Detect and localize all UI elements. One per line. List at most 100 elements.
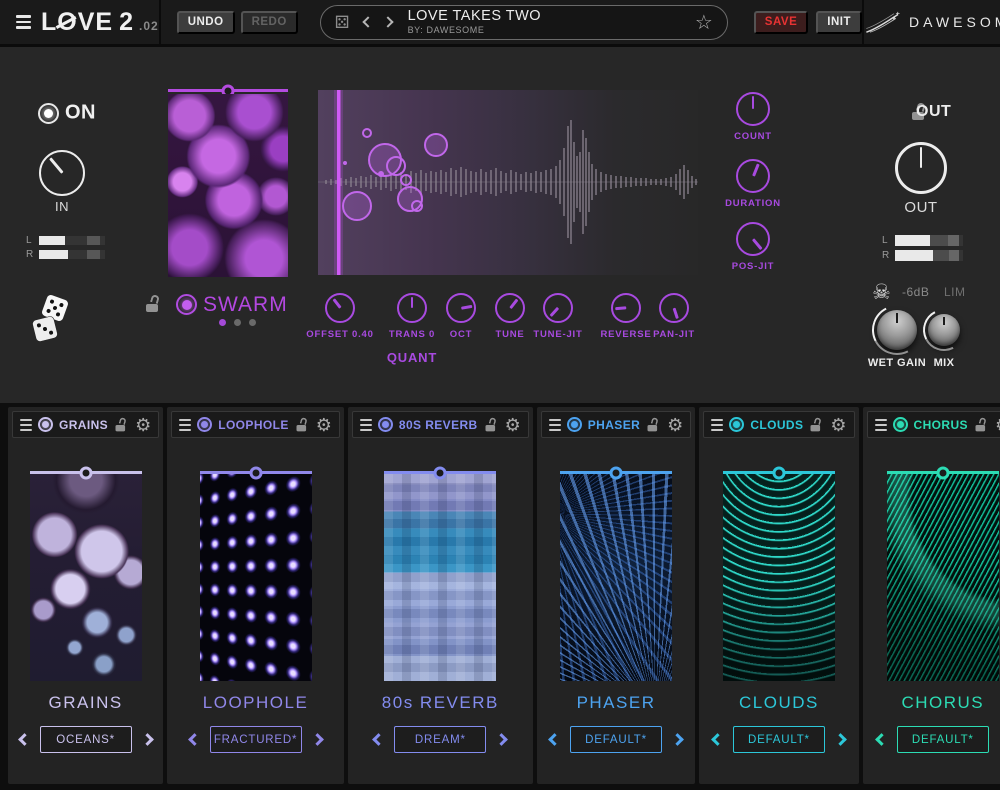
- module-image: [200, 472, 312, 681]
- meter-bar: [895, 250, 963, 261]
- module-preset-select[interactable]: DEFAULT*: [897, 726, 989, 753]
- module-preview[interactable]: [887, 472, 999, 681]
- next-preset-icon[interactable]: [311, 733, 324, 746]
- wet-gain-knob[interactable]: [877, 310, 917, 350]
- module-lock-icon[interactable]: [485, 418, 497, 431]
- oct-knob[interactable]: [446, 293, 476, 323]
- module-preview[interactable]: [560, 472, 672, 681]
- gear-icon[interactable]: ⚙: [135, 416, 151, 434]
- gear-icon[interactable]: ⚙: [995, 416, 1000, 434]
- module-preview[interactable]: [384, 472, 496, 681]
- swarm-page-dots[interactable]: [219, 319, 256, 326]
- module-slider[interactable]: [560, 471, 672, 474]
- trans-knob[interactable]: [397, 293, 427, 323]
- random-preset-dice-icon[interactable]: ⚄: [335, 14, 350, 31]
- next-preset-icon[interactable]: [382, 16, 393, 27]
- slider-handle[interactable]: [249, 466, 262, 479]
- module-led[interactable]: [38, 417, 53, 432]
- module-preview[interactable]: [723, 472, 835, 681]
- module-preset-select[interactable]: DEFAULT*: [733, 726, 825, 753]
- prev-preset-icon[interactable]: [362, 16, 373, 27]
- swarm-lock-icon[interactable]: [146, 296, 161, 312]
- swarm-position-slider[interactable]: [168, 89, 288, 92]
- out-gain-knob[interactable]: [895, 142, 947, 194]
- prev-preset-icon[interactable]: [188, 733, 201, 746]
- module-image: [384, 472, 496, 681]
- module-preset-select[interactable]: FRACTURED*: [210, 726, 302, 753]
- prev-preset-icon[interactable]: [875, 733, 888, 746]
- waveform-display[interactable]: [318, 90, 698, 275]
- module-menu-icon[interactable]: [711, 419, 723, 431]
- module-preview[interactable]: [200, 472, 312, 681]
- next-preset-icon[interactable]: [834, 733, 847, 746]
- gear-icon[interactable]: ⚙: [667, 416, 683, 434]
- module-lock-icon[interactable]: [648, 418, 660, 431]
- tune-jit-knob[interactable]: [543, 293, 573, 323]
- prev-preset-icon[interactable]: [711, 733, 724, 746]
- module-menu-icon[interactable]: [20, 419, 32, 431]
- next-preset-icon[interactable]: [495, 733, 508, 746]
- gear-icon[interactable]: ⚙: [316, 416, 332, 434]
- prev-preset-icon[interactable]: [548, 733, 561, 746]
- module-slider[interactable]: [723, 471, 835, 474]
- gear-icon[interactable]: ⚙: [505, 416, 521, 434]
- module-lock-icon[interactable]: [975, 418, 987, 431]
- slider-handle[interactable]: [610, 466, 623, 479]
- slider-handle[interactable]: [79, 466, 92, 479]
- module-slider[interactable]: [200, 471, 312, 474]
- init-button[interactable]: INIT: [816, 11, 862, 34]
- module-lock-icon[interactable]: [116, 418, 128, 431]
- prev-preset-icon[interactable]: [18, 733, 31, 746]
- module-preview[interactable]: [30, 472, 142, 681]
- module-slider[interactable]: [384, 471, 496, 474]
- next-preset-icon[interactable]: [141, 733, 154, 746]
- logo-o-slashed: O: [57, 8, 77, 37]
- main-menu-icon[interactable]: [16, 15, 31, 29]
- slider-handle[interactable]: [772, 466, 785, 479]
- pos-jit-knob[interactable]: [736, 222, 770, 256]
- module-led[interactable]: [567, 417, 582, 432]
- offset-knob[interactable]: [325, 293, 355, 323]
- tune-knob[interactable]: [495, 293, 525, 323]
- module-preset-select[interactable]: DEFAULT*: [570, 726, 662, 753]
- module-led[interactable]: [197, 417, 212, 432]
- module-lock-icon[interactable]: [296, 418, 308, 431]
- module-slider[interactable]: [887, 471, 999, 474]
- preset-browser[interactable]: ⚄ LOVE TAKES TWO BY: DAWESOME ☆: [320, 5, 728, 40]
- duration-knob[interactable]: [736, 159, 770, 193]
- module-menu-icon[interactable]: [360, 419, 372, 431]
- module-preset-select[interactable]: DREAM*: [394, 726, 486, 753]
- swarm-preview-image[interactable]: [168, 94, 288, 277]
- pan-jit-knob[interactable]: [659, 293, 689, 323]
- gear-icon[interactable]: ⚙: [830, 416, 846, 434]
- module-preset-select[interactable]: OCEANS*: [40, 726, 132, 753]
- prev-preset-icon[interactable]: [372, 733, 385, 746]
- module-menu-icon[interactable]: [549, 419, 561, 431]
- save-button[interactable]: SAVE: [754, 11, 808, 34]
- module-led[interactable]: [893, 417, 908, 432]
- randomize-dice-icon[interactable]: [28, 295, 74, 345]
- slider-handle[interactable]: [936, 466, 949, 479]
- swarm-led[interactable]: [176, 294, 197, 315]
- module-menu-icon[interactable]: [179, 419, 191, 431]
- module-slider[interactable]: [30, 471, 142, 474]
- meter-l-label: L: [882, 235, 890, 246]
- module-preset-row: DEFAULT*: [699, 726, 858, 753]
- count-knob[interactable]: [736, 92, 770, 126]
- power-led[interactable]: [38, 103, 59, 124]
- module-led[interactable]: [378, 417, 393, 432]
- slider-handle[interactable]: [434, 466, 447, 479]
- favorite-star-icon[interactable]: ☆: [695, 10, 713, 35]
- module-menu-icon[interactable]: [875, 419, 887, 431]
- undo-button[interactable]: UNDO: [177, 11, 235, 34]
- redo-button[interactable]: REDO: [241, 11, 298, 34]
- module-lock-icon[interactable]: [811, 418, 823, 431]
- limiter-skull-icon[interactable]: ☠: [872, 280, 891, 305]
- next-preset-icon[interactable]: [671, 733, 684, 746]
- in-gain-knob[interactable]: [39, 150, 85, 196]
- reverse-knob[interactable]: [611, 293, 641, 323]
- module-led[interactable]: [729, 417, 744, 432]
- app-logo: LOVE2 .02: [41, 8, 159, 37]
- logo-section: LOVE2 .02: [0, 0, 161, 44]
- mix-knob[interactable]: [928, 314, 960, 346]
